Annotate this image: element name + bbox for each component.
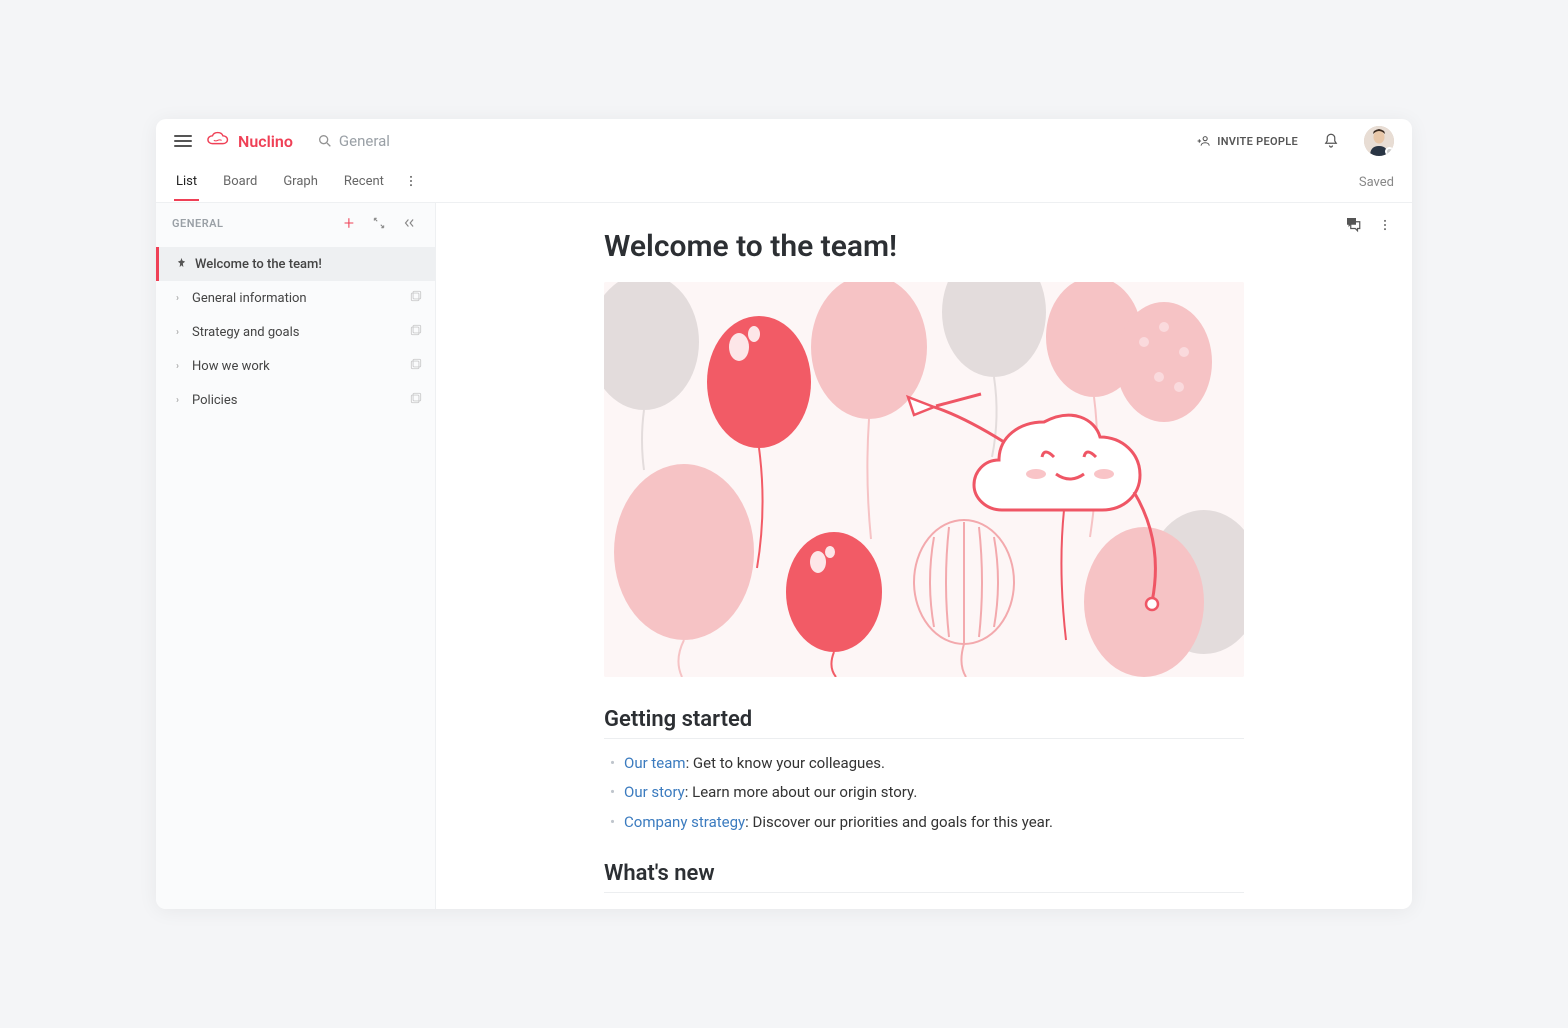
hero-illustration (604, 282, 1244, 677)
tab-board[interactable]: Board (221, 164, 259, 201)
search-button[interactable]: General (317, 132, 390, 150)
add-item-button[interactable]: + (339, 213, 359, 233)
sidebar-item-label: How we work (192, 359, 270, 374)
app-window: Nuclino General INVITE PEOPLE List Board… (156, 119, 1412, 909)
search-icon (317, 133, 333, 149)
comments-icon[interactable] (1344, 215, 1362, 237)
list-item: Our story: Learn more about our origin s… (604, 778, 1244, 807)
sidebar-item-label: General information (192, 291, 307, 306)
collection-icon (409, 323, 423, 341)
link-company-strategy[interactable]: Company strategy (624, 813, 745, 831)
save-status: Saved (1359, 175, 1394, 190)
page-title: Welcome to the team! (604, 229, 1244, 264)
chevron-right-icon: › (176, 395, 186, 406)
link-our-story[interactable]: Our story (624, 783, 685, 801)
tab-list[interactable]: List (174, 164, 199, 201)
sidebar: GENERAL + Welcome to the team! › (156, 203, 436, 909)
link-our-team[interactable]: Our team (624, 754, 686, 772)
getting-started-list: Our team: Get to know your colleagues. O… (604, 749, 1244, 837)
section-heading-whats-new: What's new (604, 861, 1244, 893)
chevron-right-icon: › (176, 361, 186, 372)
sidebar-heading: GENERAL (172, 217, 329, 230)
notifications-icon[interactable] (1322, 132, 1340, 150)
menu-icon[interactable] (174, 132, 192, 150)
list-item-text: : Discover our priorities and goals for … (745, 813, 1053, 831)
list-item-text: : Get to know your colleagues. (686, 754, 885, 772)
cloud-logo-icon (206, 131, 232, 151)
brand-name: Nuclino (238, 132, 293, 151)
collection-icon (409, 391, 423, 409)
sidebar-item-general-info[interactable]: › General information (156, 281, 435, 315)
expand-icon[interactable] (369, 213, 389, 233)
tab-recent[interactable]: Recent (342, 164, 386, 201)
collection-icon (409, 289, 423, 307)
tabs-more-icon[interactable] (404, 174, 418, 192)
chevron-right-icon: › (176, 293, 186, 304)
sidebar-item-label: Strategy and goals (192, 325, 299, 340)
list-item-text: : Learn more about our origin story. (685, 783, 918, 801)
content-area: GENERAL + Welcome to the team! › (156, 203, 1412, 909)
tab-graph[interactable]: Graph (281, 164, 320, 201)
document-pane: Welcome to the team! (436, 203, 1412, 909)
sidebar-item-policies[interactable]: › Policies (156, 383, 435, 417)
list-item: Company strategy: Discover our prioritie… (604, 808, 1244, 837)
sidebar-item-how-we-work[interactable]: › How we work (156, 349, 435, 383)
brand-logo[interactable]: Nuclino (206, 131, 293, 151)
collapse-sidebar-icon[interactable] (399, 213, 419, 233)
user-avatar[interactable] (1364, 126, 1394, 156)
collection-icon (409, 357, 423, 375)
document-body[interactable]: Welcome to the team! (604, 203, 1244, 909)
sidebar-item-label: Policies (192, 393, 237, 408)
topbar: Nuclino General INVITE PEOPLE (156, 119, 1412, 163)
document-more-icon[interactable] (1378, 217, 1392, 236)
section-heading-getting-started: Getting started (604, 707, 1244, 739)
sidebar-list: Welcome to the team! › General informati… (156, 243, 435, 421)
view-tabs: List Board Graph Recent Saved (156, 163, 1412, 203)
document-actions (1344, 215, 1392, 237)
sidebar-item-welcome[interactable]: Welcome to the team! (156, 247, 435, 281)
search-placeholder: General (339, 132, 390, 150)
pin-icon (176, 257, 187, 272)
invite-people-button[interactable]: INVITE PEOPLE (1197, 134, 1298, 148)
invite-icon (1197, 134, 1211, 148)
invite-label: INVITE PEOPLE (1217, 135, 1298, 148)
sidebar-item-strategy[interactable]: › Strategy and goals (156, 315, 435, 349)
list-item: Our team: Get to know your colleagues. (604, 749, 1244, 778)
sidebar-header: GENERAL + (156, 203, 435, 243)
chevron-right-icon: › (176, 327, 186, 338)
sidebar-item-label: Welcome to the team! (195, 257, 322, 272)
